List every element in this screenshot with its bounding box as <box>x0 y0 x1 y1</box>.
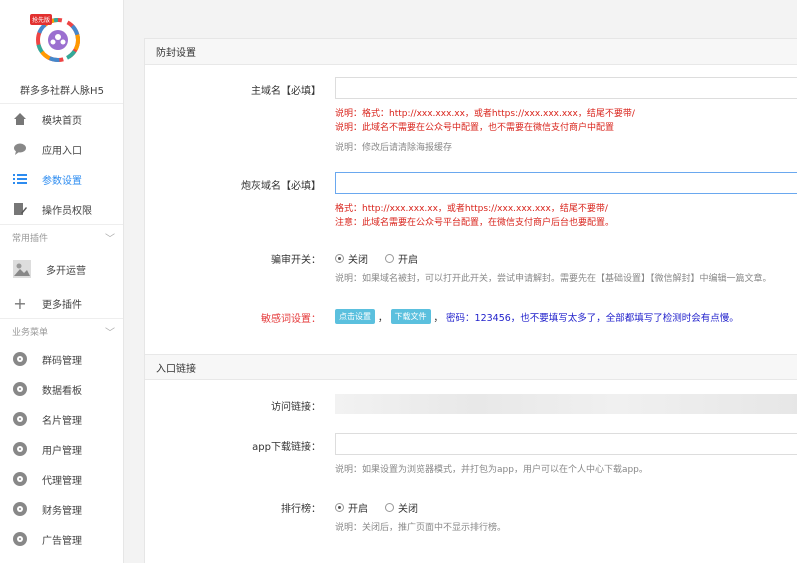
review-switch-hint: 说明：如果域名被封，可以打开此开关，尝试申请解封。需要先在【基础设置】【微信解封… <box>335 274 772 284</box>
radio-label: 开启 <box>348 504 368 515</box>
sidebar-item-label: 更多插件 <box>42 299 82 311</box>
sensitive-download-button[interactable]: 下载文件 <box>390 309 431 324</box>
plus-icon: + <box>13 293 27 313</box>
sensitive-setting-button[interactable]: 点击设置 <box>335 309 375 324</box>
gray-domain-label: 炮灰域名【必填】 <box>241 181 321 192</box>
main-domain-hint-cache: 说明：修改后请清除海报缓存 <box>335 143 453 153</box>
gear-icon <box>12 471 28 487</box>
app-link-hint: 说明：如果设置为浏览器模式，并打包为app，用户可以在个人中心下载app。 <box>335 465 648 475</box>
sidebar: 抢先版 群多多社群人脉H5 模块首页 应用入口 参数设置 操作员权限 常用插件 … <box>0 0 124 563</box>
sidebar-item-label: 群码管理 <box>42 355 82 367</box>
gear-icon <box>12 381 28 397</box>
logo-badge: 抢先版 <box>30 14 53 25</box>
radio-label: 关闭 <box>398 504 418 515</box>
home-icon <box>12 111 28 127</box>
radio-dot <box>335 254 344 263</box>
sidebar-item-label: 广告管理 <box>42 535 82 547</box>
image-icon <box>12 259 32 279</box>
review-switch-label: 骗审开关： <box>271 255 321 266</box>
chevron-down-icon: ﹀ <box>105 234 115 245</box>
app-link-input[interactable] <box>335 433 797 455</box>
sensitive-words-label: 敏感词设置： <box>261 314 321 325</box>
review-switch-off-radio[interactable]: 关闭 <box>335 251 368 266</box>
plugins-section-title[interactable]: 常用插件 ﹀ <box>0 224 123 250</box>
radio-dot <box>385 254 394 263</box>
ranking-label: 排行榜： <box>281 504 321 515</box>
sidebar-item-finance[interactable]: 财务管理 <box>0 494 123 524</box>
sidebar-item-ads[interactable]: 广告管理 <box>0 524 123 554</box>
gray-domain-input[interactable] <box>335 172 797 194</box>
gear-icon <box>12 501 28 517</box>
section-header-anti-block: 防封设置 <box>145 39 797 65</box>
sidebar-item-more-plugins[interactable]: + 更多插件 <box>0 288 123 318</box>
section-title-text: 常用插件 <box>12 234 49 244</box>
radio-label: 开启 <box>398 255 418 266</box>
visit-link-label: 访问链接： <box>271 402 321 413</box>
list-icon <box>12 171 28 187</box>
section-title: 入口链接 <box>156 363 196 375</box>
settings-panel: 防封设置 主域名【必填】 说明：格式：http://xxx.xxx.xx，或者h… <box>144 38 797 563</box>
app-name: 群多多社群人脉H5 <box>20 86 104 97</box>
sidebar-item-app-entry[interactable]: 应用入口 <box>0 134 123 164</box>
sidebar-item-label: 名片管理 <box>42 415 82 427</box>
sidebar-item-home[interactable]: 模块首页 <box>0 104 123 134</box>
review-switch-on-radio[interactable]: 开启 <box>385 251 418 266</box>
business-section-title[interactable]: 业务菜单 ﹀ <box>0 318 123 344</box>
radio-label: 关闭 <box>348 255 368 266</box>
radio-dot <box>335 503 344 512</box>
sidebar-item-label: 代理管理 <box>42 475 82 487</box>
main-domain-hint-config: 说明：此域名不需要在公众号中配置，也不需要在微信支付商户中配置 <box>335 123 615 133</box>
sidebar-item-operator-permissions[interactable]: 操作员权限 <box>0 194 123 224</box>
section-header-entry-links: 入口链接 <box>145 354 797 380</box>
sidebar-item-group-code[interactable]: 群码管理 <box>0 344 123 374</box>
section-title-text: 业务菜单 <box>12 328 49 338</box>
sidebar-item-users[interactable]: 用户管理 <box>0 434 123 464</box>
sidebar-item-label: 用户管理 <box>42 445 82 457</box>
main-domain-input[interactable] <box>335 77 797 99</box>
sidebar-item-label: 应用入口 <box>42 145 82 157</box>
sidebar-item-agents[interactable]: 代理管理 <box>0 464 123 494</box>
visit-link-value-blurred <box>335 394 797 414</box>
radio-dot <box>385 503 394 512</box>
main-domain-label: 主域名【必填】 <box>251 86 321 97</box>
separator: ， <box>433 312 444 324</box>
sidebar-item-label: 参数设置 <box>42 175 82 187</box>
sidebar-item-label: 模块首页 <box>42 115 82 127</box>
sidebar-item-dashboard[interactable]: 数据看板 <box>0 374 123 404</box>
sidebar-item-label: 数据看板 <box>42 385 82 397</box>
chat-icon <box>12 141 28 157</box>
gear-icon <box>12 531 28 547</box>
app-link-label: app下载链接： <box>252 442 321 453</box>
sidebar-item-label: 财务管理 <box>42 505 82 517</box>
logo-area: 抢先版 群多多社群人脉H5 <box>0 0 123 104</box>
chevron-down-icon: ﹀ <box>105 328 115 339</box>
sidebar-item-multi-ops[interactable]: 多开运营 <box>0 250 123 288</box>
ranking-off-radio[interactable]: 关闭 <box>385 500 418 515</box>
separator: ， <box>378 312 388 324</box>
sidebar-item-label: 多开运营 <box>46 265 86 277</box>
sidebar-item-label: 操作员权限 <box>42 205 92 217</box>
gray-domain-hint-config: 注意：此域名需要在公众号平台配置，在微信支付商户后台也要配置。 <box>335 218 615 228</box>
sidebar-item-cards[interactable]: 名片管理 <box>0 404 123 434</box>
sensitive-password-note: 密码：123456，也不要填写太多了，全部都填写了检测时会有点慢。 <box>446 312 739 324</box>
edit-doc-icon <box>12 201 28 217</box>
ranking-hint: 说明：关闭后，推广页面中不显示排行榜。 <box>335 523 507 533</box>
gear-icon <box>12 441 28 457</box>
sensitive-words-controls: 点击设置 ， 下载文件 ， 密码：123456，也不要填写太多了，全部都填写了检… <box>335 309 739 324</box>
main-domain-hint-format: 说明：格式：http://xxx.xxx.xx，或者https://xxx.xx… <box>335 109 635 119</box>
gear-icon <box>12 351 28 367</box>
gray-domain-hint-format: 格式：http://xxx.xxx.xx，或者https://xxx.xxx.x… <box>335 204 608 214</box>
ranking-on-radio[interactable]: 开启 <box>335 500 368 515</box>
sidebar-item-params[interactable]: 参数设置 <box>0 164 123 194</box>
section-title: 防封设置 <box>156 48 196 59</box>
gear-icon <box>12 411 28 427</box>
